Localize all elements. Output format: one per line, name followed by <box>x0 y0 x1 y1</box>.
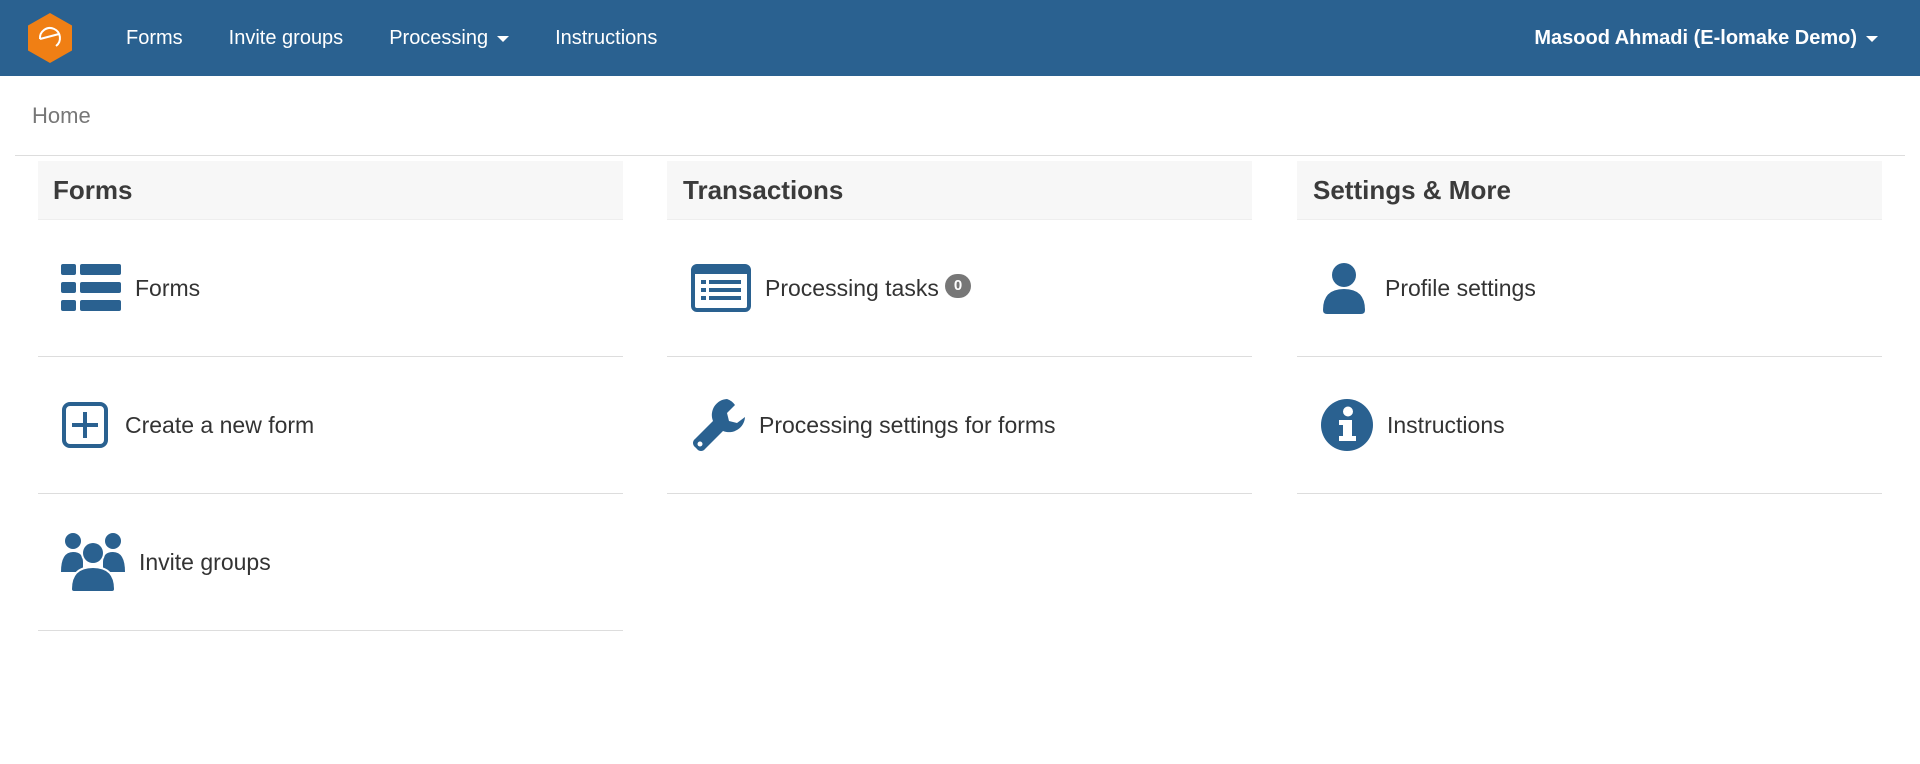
instructions-link[interactable]: Instructions <box>1297 357 1882 494</box>
nav-link-forms[interactable]: Forms <box>126 27 183 50</box>
nav-link-forms-label: Forms <box>126 26 183 49</box>
nav-dropdown-processing-label: Processing <box>389 26 489 49</box>
list-icon <box>61 263 121 313</box>
transactions-panel: Transactions Processing tasks 0 Processi… <box>667 161 1252 494</box>
settings-panel-title: Settings & More <box>1297 161 1882 220</box>
create-new-form-link[interactable]: Create a new form <box>38 357 623 494</box>
list-alt-icon <box>691 264 751 312</box>
profile-settings-link[interactable]: Profile settings <box>1297 220 1882 357</box>
user-icon <box>1321 262 1367 314</box>
forms-link-label: Forms <box>135 274 201 301</box>
nav-link-invite-groups-label: Invite groups <box>228 26 344 49</box>
plus-square-icon <box>61 401 109 449</box>
app-logo-icon[interactable] <box>25 12 75 64</box>
processing-settings-label: Processing settings for forms <box>759 411 1056 438</box>
forms-link[interactable]: Forms <box>38 220 623 357</box>
breadcrumb-home[interactable]: Home <box>32 103 91 129</box>
nav-link-instructions[interactable]: Instructions <box>555 27 657 50</box>
invite-groups-link[interactable]: Invite groups <box>38 494 623 631</box>
instructions-label: Instructions <box>1387 411 1505 438</box>
nav-link-invite-groups[interactable]: Invite groups <box>229 27 344 50</box>
nav-link-instructions-label: Instructions <box>555 26 658 49</box>
top-navbar: Forms Invite groups Processing Instructi… <box>0 0 1920 76</box>
processing-settings-link[interactable]: Processing settings for forms <box>667 357 1252 494</box>
wrench-icon <box>691 397 747 453</box>
nav-dropdown-processing[interactable]: Processing <box>389 26 510 50</box>
settings-panel: Settings & More Profile settings Instruc… <box>1297 161 1882 494</box>
forms-panel-title: Forms <box>38 161 623 220</box>
transactions-panel-title: Transactions <box>667 161 1252 220</box>
caret-down-icon <box>1866 36 1878 42</box>
info-circle-icon <box>1321 399 1373 451</box>
user-name: Masood Ahmadi (E-lomake Demo) <box>1534 26 1857 49</box>
users-icon <box>61 532 125 592</box>
processing-tasks-label: Processing tasks <box>765 274 939 301</box>
profile-settings-label: Profile settings <box>1385 274 1536 301</box>
breadcrumb: Home <box>15 76 1905 156</box>
main-nav: Forms Invite groups Processing Instructi… <box>126 0 703 76</box>
caret-down-icon <box>497 36 510 42</box>
user-menu-dropdown[interactable]: Masood Ahmadi (E-lomake Demo) <box>1534 0 1878 76</box>
invite-groups-label: Invite groups <box>139 548 271 575</box>
forms-panel: Forms Forms Create a new form Invite gro… <box>38 161 623 631</box>
processing-tasks-link[interactable]: Processing tasks 0 <box>667 220 1252 357</box>
create-new-form-label: Create a new form <box>125 411 315 438</box>
processing-tasks-count-badge: 0 <box>944 274 972 298</box>
